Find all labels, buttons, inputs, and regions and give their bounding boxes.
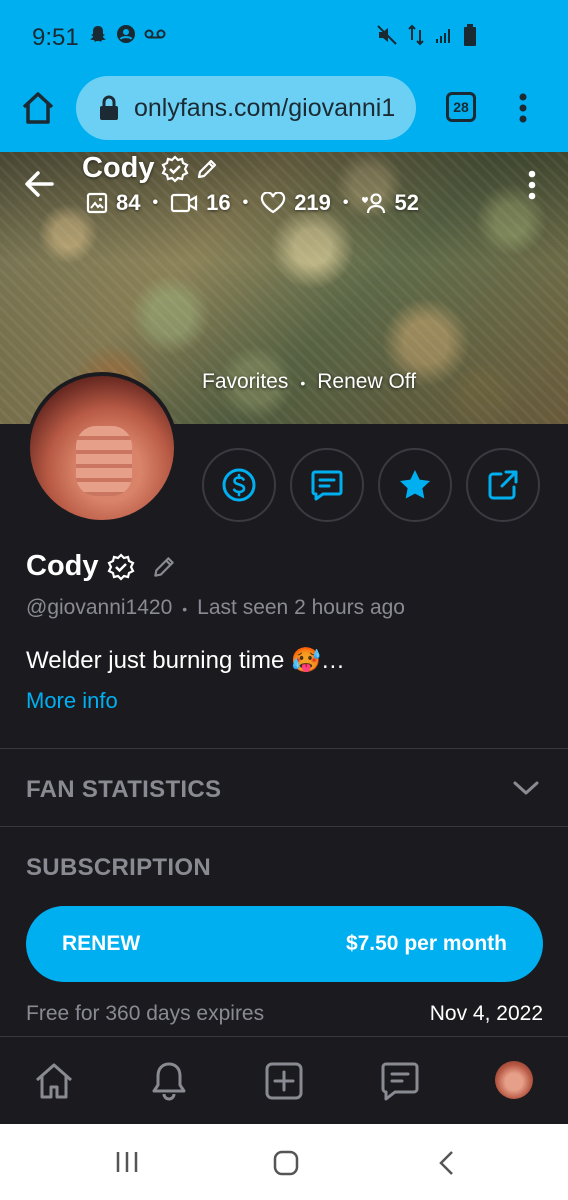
message-icon — [311, 470, 343, 501]
divider — [0, 826, 568, 827]
stat-separator: • — [152, 194, 159, 211]
stat-likes: 219 — [260, 190, 331, 216]
share-icon — [488, 470, 518, 500]
subscription-expiry: Free for 360 days expires Nov 4, 2022 — [26, 1002, 543, 1026]
favorite-button[interactable] — [378, 448, 452, 522]
status-bar: 9:51 — [0, 0, 568, 72]
nav-add-post-icon[interactable] — [262, 1059, 306, 1103]
tab-switcher-button[interactable]: 28 — [446, 92, 476, 122]
stat-videos: 16 — [170, 190, 231, 216]
stat-likes-value: 219 — [294, 190, 331, 215]
cover-profile-name: Cody — [82, 152, 219, 185]
url-text: onlyfans.com/giovanni1 — [134, 93, 396, 122]
system-nav-bar — [0, 1124, 568, 1200]
stat-fans: 52 — [361, 190, 419, 216]
status-time: 9:51 — [32, 24, 79, 51]
expiry-date: Nov 4, 2022 — [429, 1002, 543, 1025]
tip-button[interactable] — [202, 448, 276, 522]
nav-notifications-icon[interactable] — [147, 1059, 191, 1103]
account-circle-icon — [117, 25, 135, 43]
voicemail-icon — [144, 29, 166, 39]
home-icon[interactable] — [20, 90, 56, 126]
video-icon — [170, 193, 198, 213]
more-info-link[interactable]: More info — [26, 688, 118, 714]
bottom-nav — [0, 1036, 568, 1124]
stat-videos-value: 16 — [206, 190, 231, 215]
avatar[interactable] — [26, 372, 178, 524]
address-bar[interactable]: onlyfans.com/giovanni1 — [76, 76, 416, 140]
profile-handle-line: @giovanni1420 • Last seen 2 hours ago — [26, 596, 405, 620]
cover-links: Favorites • Renew Off — [202, 370, 416, 394]
renew-label: RENEW — [62, 932, 141, 955]
divider — [0, 748, 568, 749]
signal-icon — [436, 29, 450, 43]
heart-icon — [261, 192, 286, 214]
edit-icon[interactable] — [151, 554, 177, 580]
stat-separator: • — [242, 194, 249, 211]
recent-apps-icon[interactable] — [114, 1150, 140, 1174]
lock-icon — [100, 95, 118, 120]
link-separator: • — [300, 375, 306, 391]
back-nav-icon[interactable] — [436, 1150, 456, 1176]
browser-toolbar: onlyfans.com/giovanni1 28 — [0, 72, 568, 152]
home-nav-icon[interactable] — [272, 1150, 300, 1176]
battery-icon — [464, 24, 476, 46]
renew-price: $7.50 per month — [345, 932, 507, 955]
profile-handle: @giovanni1420 — [26, 596, 173, 619]
cover-name-text: Cody — [82, 152, 155, 184]
star-icon — [400, 470, 430, 499]
cover-stats: 84 • 16 • 219 • 52 — [86, 190, 419, 216]
stat-images: 84 — [86, 190, 140, 216]
profile-bio: Welder just burning time 🥵… — [26, 647, 345, 674]
renew-off-link[interactable]: Renew Off — [317, 370, 416, 393]
snapchat-icon — [90, 26, 106, 42]
nav-messages-icon[interactable] — [378, 1059, 422, 1103]
chevron-down-icon[interactable] — [512, 778, 540, 798]
profile-name: Cody — [26, 550, 177, 583]
fans-icon — [361, 193, 385, 214]
profile-actions — [202, 448, 540, 522]
verified-icon — [161, 154, 188, 183]
message-button[interactable] — [290, 448, 364, 522]
free-text: Free for 360 days expires — [26, 1002, 265, 1025]
stat-separator: • — [342, 194, 349, 211]
fan-statistics-header[interactable]: FAN STATISTICS — [26, 776, 221, 804]
image-icon — [86, 192, 108, 214]
more-vert-icon[interactable] — [518, 92, 528, 124]
last-seen: Last seen 2 hours ago — [197, 596, 405, 619]
share-button[interactable] — [466, 448, 540, 522]
mute-icon — [377, 25, 397, 45]
nav-profile-avatar[interactable] — [495, 1061, 533, 1099]
verified-icon — [107, 552, 134, 581]
arrow-back-icon[interactable] — [24, 170, 54, 198]
dollar-circle-icon — [222, 468, 256, 502]
favorites-link[interactable]: Favorites — [202, 370, 288, 393]
data-icon — [408, 24, 424, 46]
cover-more-icon[interactable] — [528, 170, 536, 200]
profile-name-text: Cody — [26, 550, 99, 582]
stat-images-value: 84 — [116, 190, 141, 215]
handle-separator: • — [182, 601, 188, 617]
stat-fans-value: 52 — [394, 190, 419, 215]
edit-icon[interactable] — [195, 157, 219, 181]
subscription-header: SUBSCRIPTION — [26, 854, 211, 881]
renew-button[interactable]: RENEW $7.50 per month — [26, 906, 543, 982]
nav-home-icon[interactable] — [32, 1059, 76, 1103]
